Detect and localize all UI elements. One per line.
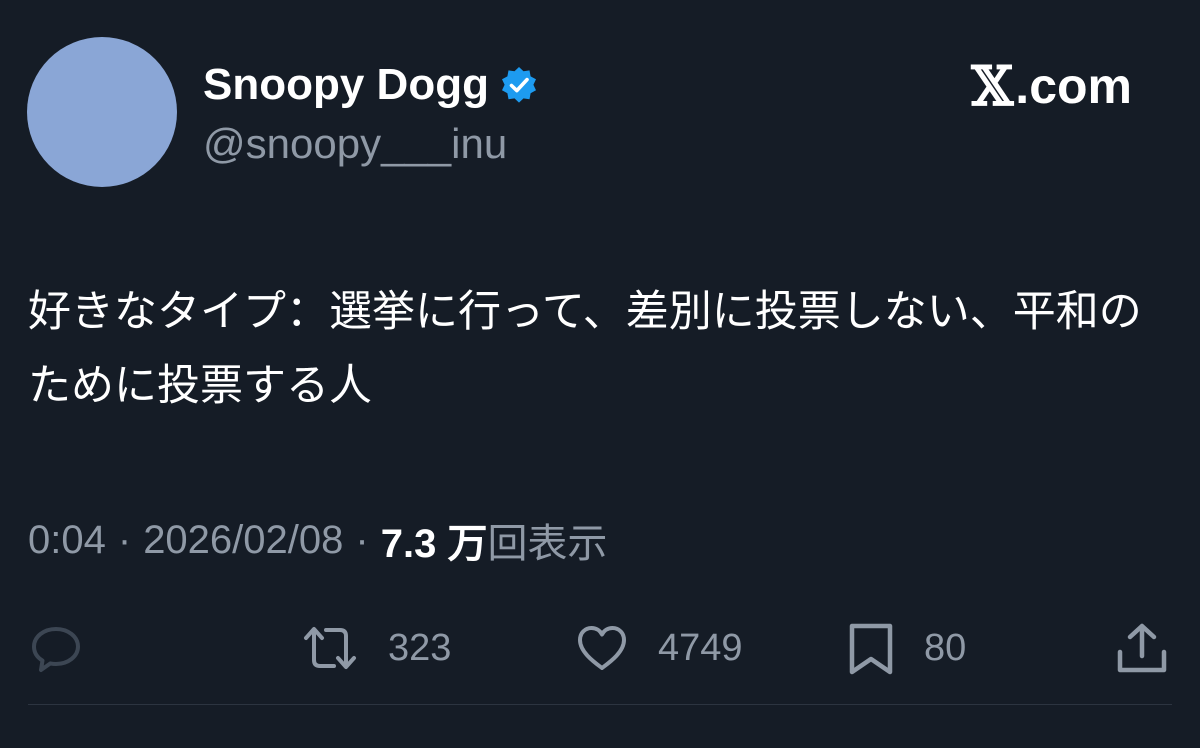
tweet-date[interactable]: 2026/02/08	[143, 518, 343, 563]
verified-badge-icon	[499, 65, 539, 105]
share-icon	[1117, 623, 1167, 673]
bookmark-count: 80	[924, 626, 967, 669]
meta-separator: ·	[355, 517, 369, 562]
share-button[interactable]	[1114, 616, 1170, 680]
brand-label: .com	[1015, 58, 1132, 114]
reply-button[interactable]	[28, 616, 84, 680]
display-name[interactable]: Snoopy Dogg	[203, 60, 489, 110]
divider	[28, 704, 1172, 705]
tweet-meta: 0:04 · 2026/02/08 · 7.3 万 回表示	[28, 512, 607, 568]
tweet-text: 好きなタイプ：選挙に行って、差別に投票しない、平和のために投票する人	[28, 287, 1142, 411]
like-button[interactable]: 4749	[574, 616, 743, 680]
retweet-count: 323	[388, 626, 452, 669]
user-name-row: Snoopy Dogg	[203, 58, 539, 112]
bookmark-button[interactable]: 80	[846, 616, 966, 680]
tweet-time[interactable]: 0:04	[28, 518, 106, 563]
meta-separator: ·	[117, 517, 132, 562]
views-label: 回表示	[487, 521, 608, 567]
reply-icon	[32, 627, 80, 672]
retweet-icon	[304, 627, 356, 669]
like-count: 4749	[658, 626, 743, 669]
brand-logo: 𝕏 .com	[971, 54, 1132, 118]
tweet-actions: 323 4749 80	[0, 616, 1200, 680]
bookmark-icon	[849, 623, 893, 675]
retweet-button[interactable]: 323	[300, 616, 451, 680]
heart-icon	[578, 626, 626, 670]
user-handle[interactable]: @snoopy___inu	[203, 120, 507, 168]
views-count: 7.3 万	[380, 522, 488, 566]
avatar[interactable]	[27, 37, 177, 187]
x-logo-icon: 𝕏	[971, 54, 1014, 118]
